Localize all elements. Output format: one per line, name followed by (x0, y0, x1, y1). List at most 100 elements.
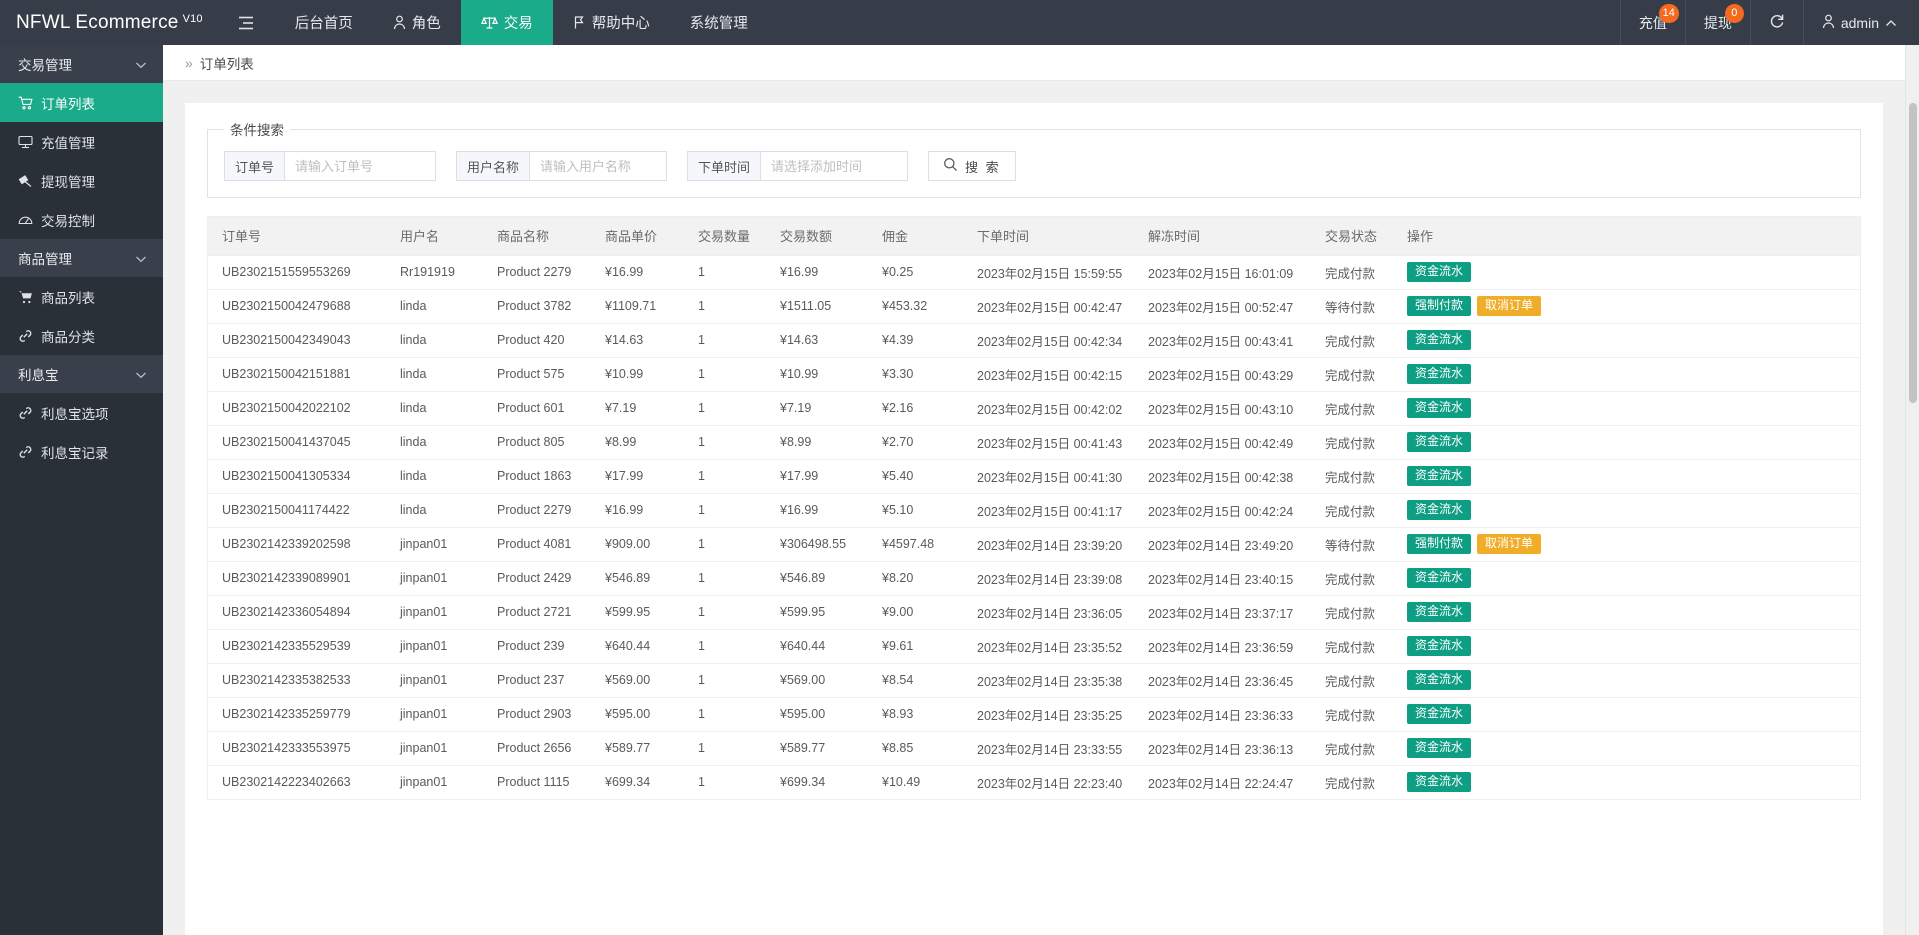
sidebar-item-interest-options[interactable]: 利息宝选项 (0, 393, 163, 432)
cell-unfreeze-time: 2023年02月15日 00:42:38 (1134, 459, 1311, 494)
sidebar: 交易管理 订单列表 充值管理 提现管理 交易控制 商品管理 商品列表 商品分类 … (0, 45, 163, 935)
sidebar-item-order-list[interactable]: 订单列表 (0, 83, 163, 122)
cell-commission: ¥453.32 (868, 289, 963, 324)
action-button[interactable]: 资金流水 (1407, 329, 1472, 351)
cell-commission: ¥8.20 (868, 561, 963, 596)
sidebar-item-product-list[interactable]: 商品列表 (0, 277, 163, 316)
sidebar-item-recharge-mgmt[interactable]: 充值管理 (0, 122, 163, 161)
cell-user: linda (386, 425, 483, 460)
col-order-no: 订单号 (208, 217, 386, 256)
cell-product: Product 2279 (483, 255, 591, 290)
sidebar-item-interest-records[interactable]: 利息宝记录 (0, 432, 163, 471)
cell-operations: 资金流水 (1393, 391, 1860, 426)
scrollbar-thumb[interactable] (1909, 103, 1917, 403)
col-user: 用户名 (386, 217, 483, 256)
cell-user: linda (386, 493, 483, 528)
sidebar-item-withdraw-mgmt[interactable]: 提现管理 (0, 161, 163, 200)
action-button[interactable]: 取消订单 (1477, 295, 1542, 317)
hamburger-icon[interactable] (217, 0, 275, 45)
action-button[interactable]: 强制付款 (1407, 295, 1472, 317)
cell-unit-price: ¥599.95 (591, 595, 684, 630)
col-product: 商品名称 (483, 217, 591, 256)
action-button[interactable]: 资金流水 (1407, 261, 1472, 283)
user-name-input[interactable] (529, 151, 668, 181)
sidebar-group-transaction[interactable]: 交易管理 (0, 45, 163, 83)
action-button[interactable]: 资金流水 (1407, 499, 1472, 521)
sidebar-group-interest[interactable]: 利息宝 (0, 355, 163, 393)
nav-item-roles[interactable]: 角色 (373, 0, 461, 45)
table-row: UB2302150042349043 linda Product 420 ¥14.63… (208, 323, 1860, 358)
cart-icon (18, 290, 33, 304)
cell-product: Product 2903 (483, 697, 591, 732)
sidebar-item-product-category[interactable]: 商品分类 (0, 316, 163, 355)
cell-unit-price: ¥909.00 (591, 527, 684, 562)
cell-product: Product 2279 (483, 493, 591, 528)
cell-status: 完成付款 (1311, 323, 1393, 358)
nav-item-system[interactable]: 系统管理 (670, 0, 768, 45)
cell-commission: ¥5.10 (868, 493, 963, 528)
cell-quantity: 1 (684, 425, 766, 460)
breadcrumb-current: 订单列表 (199, 56, 254, 72)
nav-item-transaction[interactable]: 交易 (460, 0, 553, 45)
cell-commission: ¥8.85 (868, 731, 963, 766)
cell-status: 完成付款 (1311, 561, 1393, 596)
cell-quantity: 1 (684, 323, 766, 358)
cell-status: 完成付款 (1311, 663, 1393, 698)
cell-product: Product 420 (483, 323, 591, 358)
cell-product: Product 575 (483, 357, 591, 392)
sidebar-item-label: 利息宝选项 (41, 406, 109, 422)
action-button[interactable]: 资金流水 (1407, 737, 1472, 759)
user-name-label: 用户名称 (456, 151, 530, 181)
nav-item-help-center[interactable]: 帮助中心 (553, 0, 670, 45)
nav-item-dashboard[interactable]: 后台首页 (275, 0, 373, 45)
sidebar-item-label: 订单列表 (41, 96, 95, 112)
cell-quantity: 1 (684, 663, 766, 698)
table-row: UB2302150041174422 linda Product 2279 ¥16.9… (208, 493, 1860, 528)
action-button[interactable]: 取消订单 (1477, 533, 1542, 555)
action-button[interactable]: 资金流水 (1407, 601, 1472, 623)
order-no-label: 订单号 (224, 151, 285, 181)
breadcrumb-arrows-icon: » (185, 54, 193, 71)
refresh-button[interactable] (1749, 0, 1803, 45)
col-commission: 佣金 (868, 217, 963, 256)
order-no-input[interactable] (284, 151, 437, 181)
page-scrollbar[interactable] (1905, 45, 1919, 935)
sidebar-item-label: 提现管理 (41, 174, 95, 190)
cell-order-no: UB2302142335529539 (208, 629, 386, 664)
sidebar-item-transaction-control[interactable]: 交易控制 (0, 200, 163, 239)
withdraw-button[interactable]: 提现 0 (1684, 0, 1750, 45)
search-button[interactable]: 搜 索 (928, 151, 1016, 181)
recharge-button[interactable]: 充值 14 (1619, 0, 1685, 45)
action-button[interactable]: 资金流水 (1407, 635, 1472, 657)
action-button[interactable]: 资金流水 (1407, 669, 1472, 691)
action-button[interactable]: 资金流水 (1407, 567, 1472, 589)
action-button[interactable]: 资金流水 (1407, 465, 1472, 487)
cell-order-no: UB2302151559553269 (208, 255, 386, 290)
action-button[interactable]: 资金流水 (1407, 397, 1472, 419)
cell-order-time: 2023年02月15日 00:41:30 (963, 459, 1134, 494)
order-time-input[interactable] (760, 151, 909, 181)
cell-user: linda (386, 459, 483, 494)
brand-version: V10 (182, 12, 203, 25)
search-row: 订单号 用户名称 下单时间 (224, 151, 1844, 181)
action-button[interactable]: 资金流水 (1407, 703, 1472, 725)
action-button[interactable]: 强制付款 (1407, 533, 1472, 555)
cell-order-no: UB2302150042479688 (208, 289, 386, 324)
cell-status: 完成付款 (1311, 697, 1393, 732)
cell-quantity: 1 (684, 357, 766, 392)
cell-unit-price: ¥589.77 (591, 731, 684, 766)
table-row: UB2302142335259779 jinpan01 Product 2903 ¥5… (208, 697, 1860, 732)
sidebar-group-product[interactable]: 商品管理 (0, 239, 163, 277)
cell-product: Product 601 (483, 391, 591, 426)
action-button[interactable]: 资金流水 (1407, 363, 1472, 385)
cell-amount: ¥16.99 (766, 493, 868, 528)
order-time-field: 下单时间 (687, 151, 909, 181)
cell-order-time: 2023年02月14日 23:36:05 (963, 595, 1134, 630)
scales-icon (480, 15, 498, 30)
cell-operations: 资金流水 (1393, 323, 1860, 358)
table-row: UB2302142336054894 jinpan01 Product 2721 ¥5… (208, 595, 1860, 630)
user-menu[interactable]: admin (1802, 0, 1919, 45)
action-button[interactable]: 资金流水 (1407, 771, 1472, 793)
cell-operations: 强制付款 取消订单 (1393, 289, 1860, 324)
action-button[interactable]: 资金流水 (1407, 431, 1472, 453)
